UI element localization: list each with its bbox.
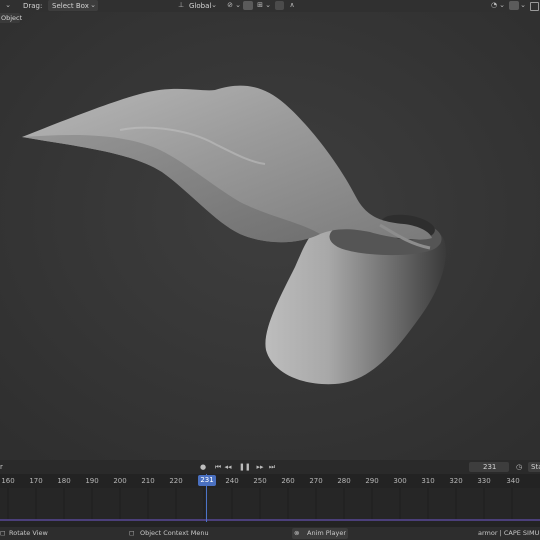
- drag-value: Select Box: [52, 2, 89, 10]
- chevron-down-icon[interactable]: ⌄: [4, 0, 12, 11]
- tick-label: 280: [337, 477, 351, 485]
- start-frame-label: Sta: [531, 463, 540, 471]
- chevron-down-icon[interactable]: ⌄: [520, 0, 526, 11]
- mode-label-text: Object: [1, 14, 23, 22]
- object-mode-label: Object: [0, 13, 23, 23]
- current-frame-value: 231: [483, 463, 497, 471]
- mouse-right-icon: ◻: [129, 529, 135, 537]
- tick-label: 270: [309, 477, 323, 485]
- tick-label: 290: [365, 477, 379, 485]
- orientation-value: Global: [189, 2, 212, 10]
- pivot-point-icon[interactable]: ⊘: [225, 0, 235, 11]
- timeline-menu-label[interactable]: r: [0, 463, 3, 471]
- transform-orientation-icon[interactable]: ⊥: [176, 0, 186, 11]
- chevron-down-icon[interactable]: ⌄: [265, 0, 271, 11]
- scene-info: armor | CAPE SIMULAT: [478, 529, 540, 537]
- drag-select-dropdown[interactable]: Select Box ⌄: [48, 0, 98, 11]
- record-icon[interactable]: ●: [199, 462, 207, 473]
- jump-start-icon[interactable]: ⏮: [213, 462, 223, 473]
- clock-icon[interactable]: ◷: [514, 462, 524, 473]
- viewport-gizmo-icon[interactable]: ◔: [489, 0, 499, 11]
- anim-player-button[interactable]: ⊗ Anim Player: [292, 528, 348, 539]
- chevron-down-icon[interactable]: ⌄: [235, 0, 241, 11]
- timeline-ruler[interactable]: 160 170 180 190 200 210 220 240 250 260 …: [0, 474, 540, 488]
- overlays-icon[interactable]: [509, 1, 519, 10]
- playback-controls: ● ⏮ ◂◂ ❚❚ ▸▸ ⏭: [199, 463, 285, 472]
- status-bar: ◻ Rotate View ◻ Object Context Menu ⊗ An…: [0, 527, 540, 540]
- tick-label: 310: [421, 477, 435, 485]
- status-context-menu: Object Context Menu: [140, 529, 209, 537]
- tick-label: 240: [225, 477, 239, 485]
- tick-label: 260: [281, 477, 295, 485]
- orientation-dropdown[interactable]: Global ⌄: [186, 0, 218, 11]
- proportional-edit-icon[interactable]: [275, 1, 284, 10]
- snap-toggle-icon[interactable]: [243, 1, 253, 10]
- jump-end-icon[interactable]: ⏭: [267, 462, 277, 473]
- chevron-down-icon: ⌄: [90, 1, 96, 9]
- tick-label: 200: [113, 477, 127, 485]
- start-frame-field[interactable]: Sta: [528, 462, 540, 472]
- pause-icon[interactable]: ❚❚: [239, 462, 251, 473]
- viewport-header: ⌄ Drag: Select Box ⌄ ⊥ Global ⌄ ⊘ ⌄ ⊞ ⌄ …: [0, 0, 540, 12]
- next-keyframe-icon[interactable]: ▸▸: [255, 462, 265, 473]
- 3d-viewport[interactable]: Object: [0, 12, 540, 460]
- prev-keyframe-icon[interactable]: ◂◂: [223, 462, 233, 473]
- tick-label: 340: [506, 477, 520, 485]
- viewport-scene: [0, 12, 540, 460]
- tick-label: 220: [169, 477, 183, 485]
- mouse-left-icon: ◻: [0, 529, 6, 537]
- drag-label: Drag:: [23, 2, 43, 10]
- timeline-header: r ● ⏮ ◂◂ ❚❚ ▸▸ ⏭ 231 ◷ Sta: [0, 460, 540, 474]
- tick-label: 170: [29, 477, 43, 485]
- tick-label: 210: [141, 477, 155, 485]
- snap-target-icon[interactable]: ⊞: [255, 0, 265, 11]
- tick-label: 190: [85, 477, 99, 485]
- timeline-grid: [7, 488, 513, 520]
- chevron-down-icon: ⌄: [211, 1, 217, 9]
- tick-label: 320: [449, 477, 463, 485]
- close-icon: ⊗: [294, 529, 300, 537]
- current-frame-field[interactable]: 231: [469, 462, 509, 472]
- xray-icon[interactable]: [530, 2, 539, 11]
- timeline-area[interactable]: [0, 488, 540, 520]
- tick-label: 160: [1, 477, 15, 485]
- tick-label: 180: [57, 477, 71, 485]
- playhead-frame-badge[interactable]: 231: [198, 475, 216, 486]
- tick-label: 300: [393, 477, 407, 485]
- status-rotate-view: Rotate View: [9, 529, 48, 537]
- tick-label: 330: [477, 477, 491, 485]
- falloff-curve-icon[interactable]: ∧: [287, 0, 297, 11]
- chevron-down-icon[interactable]: ⌄: [499, 0, 505, 11]
- anim-player-label: Anim Player: [307, 529, 346, 537]
- tick-label: 250: [253, 477, 267, 485]
